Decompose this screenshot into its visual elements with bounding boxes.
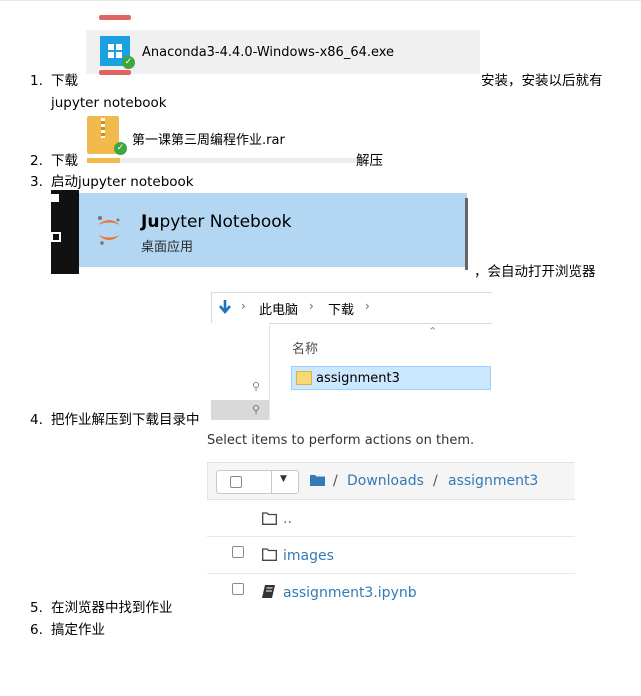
row-divider (207, 536, 575, 537)
chevron-right-icon: › (365, 299, 370, 313)
jupyter-selection-hint: Select items to perform actions on them. (207, 433, 475, 448)
path-separator: / (433, 473, 438, 489)
top-divider (0, 0, 641, 1)
folder-icon (262, 512, 277, 525)
step-6-number: 6. (30, 622, 43, 638)
rar-progress-track (87, 158, 357, 163)
rar-file-name: 第一课第三周编程作业.rar (132, 133, 285, 148)
chevron-right-icon: › (241, 299, 246, 313)
file-progress-bar-top (99, 15, 131, 20)
folder-icon (310, 475, 325, 486)
column-header-name[interactable]: 名称 (292, 338, 318, 357)
start-menu-scrollbar[interactable] (465, 198, 468, 270)
step-1-text-after: 安装，安装以后就有 (481, 73, 603, 89)
breadcrumb-this-pc[interactable]: 此电脑 (259, 299, 298, 318)
path-downloads-link[interactable]: Downloads (347, 473, 424, 489)
explorer-item-name: assignment3 (316, 371, 400, 386)
select-all-checkbox[interactable] (230, 476, 242, 488)
file-row-parent-link[interactable]: .. (283, 511, 292, 527)
anaconda-file-name: Anaconda3-4.4.0-Windows-x86_64.exe (142, 45, 395, 60)
step-3-text-after: ，会自动打开浏览器 (474, 264, 596, 280)
row-checkbox-notebook[interactable] (232, 583, 244, 595)
step-3-text-before: 启动jupyter notebook (51, 174, 194, 190)
caret-down-icon[interactable]: ▼ (280, 474, 287, 484)
checkmark-icon: ✓ (122, 56, 135, 69)
explorer-nav-selected[interactable] (211, 400, 269, 420)
step-4-number: 4. (30, 412, 43, 428)
step-5-text: 在浏览器中找到作业 (51, 600, 173, 616)
step-1-text-before: 下载 (51, 73, 78, 89)
jupyter-logo-icon (98, 216, 120, 245)
step-1-text-cont: jupyter notebook (51, 95, 167, 111)
breadcrumb-downloads[interactable]: 下载 (328, 299, 354, 318)
path-assignment3-link[interactable]: assignment3 (448, 473, 538, 489)
rar-progress-fill (87, 158, 120, 163)
step-5-number: 5. (30, 600, 43, 616)
pin-icon: ⚲ (252, 380, 261, 393)
step-2-text-after: 解压 (356, 153, 383, 169)
step-2-text-before: 下载 (51, 153, 78, 169)
checkmark-icon: ✓ (114, 142, 127, 155)
notebook-icon (262, 585, 275, 598)
row-divider (207, 573, 575, 574)
step-6-text: 搞定作业 (51, 622, 105, 638)
step-2-number: 2. (30, 153, 43, 169)
path-separator: / (333, 473, 338, 489)
step-4-text: 把作业解压到下载目录中 (51, 412, 200, 428)
jupyter-tile-subtitle: 桌面应用 (141, 240, 194, 255)
folder-icon (296, 371, 312, 385)
arrow-down-icon (219, 300, 231, 315)
step-3-number: 3. (30, 174, 43, 190)
pin-icon: ⚲ (252, 403, 261, 416)
start-menu-strip (51, 190, 79, 274)
file-row-images-link[interactable]: images (283, 548, 334, 564)
chevron-right-icon: › (309, 299, 314, 313)
jupyter-tile-title: Jupyter Notebook (141, 212, 292, 232)
file-row-notebook-link[interactable]: assignment3.ipynb (283, 585, 417, 601)
step-1-number: 1. (30, 73, 43, 89)
sort-caret-icon: ⌃ (428, 325, 438, 338)
row-checkbox-images[interactable] (232, 546, 244, 558)
folder-icon (262, 548, 277, 561)
file-progress-bar-bottom (99, 70, 131, 75)
